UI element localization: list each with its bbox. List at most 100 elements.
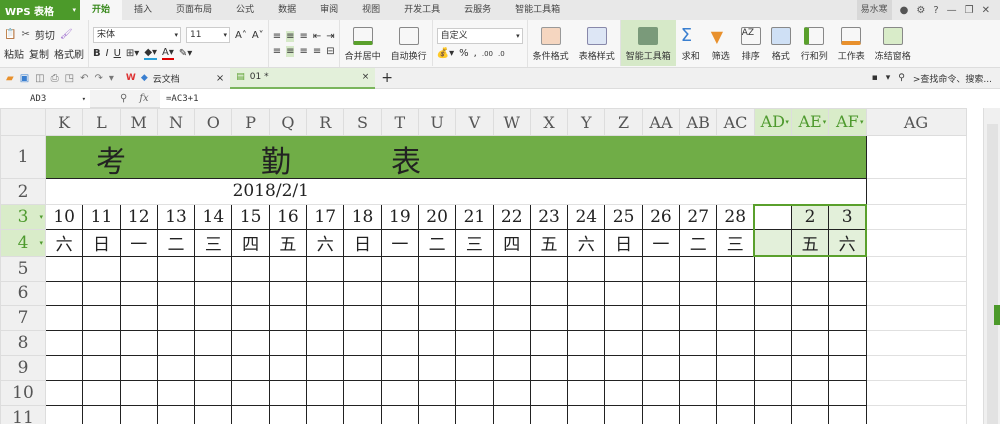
cell[interactable] — [417, 329, 457, 356]
cell[interactable] — [865, 178, 967, 205]
cell[interactable] — [641, 404, 681, 424]
cell[interactable] — [194, 329, 233, 356]
cell[interactable] — [865, 229, 967, 257]
day-cell[interactable]: 22 — [492, 204, 531, 230]
cell[interactable] — [268, 354, 308, 381]
cell[interactable] — [231, 404, 270, 424]
cell[interactable] — [455, 379, 494, 406]
indent-icon[interactable]: ⇤ — [313, 31, 321, 42]
formula-input[interactable]: =AC3+1 — [160, 89, 1000, 108]
cell[interactable] — [455, 404, 494, 424]
help-icon[interactable]: ? — [933, 5, 938, 16]
day-cell[interactable]: 13 — [156, 204, 196, 230]
cell[interactable] — [604, 379, 643, 406]
worksheet-button[interactable]: 工作表 — [833, 20, 870, 66]
cell[interactable] — [455, 280, 494, 306]
day-cell[interactable]: 26 — [641, 204, 681, 230]
cell[interactable] — [828, 329, 867, 356]
cell[interactable] — [865, 404, 967, 424]
weekday-cell[interactable]: 六 — [828, 229, 868, 257]
zoom-icon[interactable]: ⚲ — [120, 93, 127, 104]
cell[interactable] — [865, 135, 967, 179]
day-cell[interactable]: 19 — [380, 204, 419, 230]
justify-icon[interactable]: ≡ — [313, 46, 321, 57]
tab-cloud-docs[interactable]: W ◆ 云文档 — [120, 68, 210, 89]
print-icon[interactable]: ⎙ — [51, 73, 59, 84]
font-color-icon[interactable]: A▾ — [162, 47, 174, 60]
cell[interactable] — [380, 255, 419, 282]
weekday-cell[interactable]: 日 — [604, 229, 643, 257]
column-header[interactable]: V — [455, 108, 494, 136]
column-header[interactable]: Y — [567, 108, 606, 136]
decrease-decimal-icon[interactable]: .0 — [498, 50, 505, 58]
cell[interactable] — [82, 280, 121, 306]
cell[interactable] — [119, 280, 158, 306]
command-search-input[interactable]: >查找命令、搜索... — [913, 72, 992, 85]
cell[interactable] — [194, 354, 233, 381]
row-header[interactable]: 4 — [0, 229, 46, 257]
cell[interactable] — [268, 304, 308, 331]
cell[interactable] — [268, 329, 308, 356]
align-middle-icon[interactable]: ≡ — [286, 30, 295, 42]
cell[interactable] — [604, 354, 643, 381]
border-icon[interactable]: ⊞▾ — [126, 48, 139, 59]
column-header[interactable]: Q — [268, 108, 308, 136]
cell[interactable] — [492, 379, 531, 406]
currency-icon[interactable]: 💰▾ — [437, 48, 454, 59]
cell[interactable] — [865, 255, 967, 282]
cell[interactable] — [828, 255, 867, 282]
menu-tab[interactable]: 智能工具箱 — [503, 0, 572, 20]
cell[interactable] — [44, 379, 84, 406]
menu-tab[interactable]: 视图 — [350, 0, 392, 20]
cell[interactable] — [156, 304, 196, 331]
increase-font-icon[interactable]: A˄ — [235, 30, 247, 41]
cell[interactable] — [306, 255, 345, 282]
cell[interactable] — [343, 304, 382, 331]
minimize-icon[interactable]: — — [947, 5, 957, 16]
cell[interactable] — [529, 255, 569, 282]
cell[interactable] — [231, 329, 270, 356]
cell[interactable] — [82, 404, 121, 424]
menu-tab[interactable]: 数据 — [266, 0, 308, 20]
cell[interactable] — [268, 280, 308, 306]
cell[interactable] — [604, 255, 643, 282]
close-tab-icon[interactable]: × — [362, 72, 370, 82]
cell[interactable] — [156, 379, 196, 406]
cell[interactable] — [529, 280, 569, 306]
column-header[interactable]: AG — [865, 108, 967, 136]
save-icon[interactable]: ▣ — [20, 73, 29, 84]
weekday-cell[interactable]: 三 — [194, 229, 233, 257]
column-header[interactable]: L — [82, 108, 121, 136]
cell[interactable] — [156, 354, 196, 381]
menu-tab[interactable]: 云服务 — [452, 0, 503, 20]
cell[interactable] — [716, 379, 755, 406]
new-tab-icon[interactable]: + — [375, 70, 399, 86]
cell[interactable] — [753, 255, 792, 282]
cell[interactable] — [529, 329, 569, 356]
cell[interactable] — [380, 354, 419, 381]
cell[interactable] — [417, 255, 457, 282]
cell[interactable] — [194, 304, 233, 331]
row-header[interactable]: 1 — [0, 135, 46, 179]
cell[interactable] — [790, 280, 830, 306]
align-left-icon[interactable]: ≡ — [273, 46, 281, 57]
weekday-cell[interactable]: 日 — [343, 229, 382, 257]
cell[interactable] — [492, 255, 531, 282]
cell[interactable] — [865, 204, 967, 230]
cell[interactable] — [641, 354, 681, 381]
cell[interactable] — [828, 354, 867, 381]
day-cell[interactable]: 11 — [82, 204, 121, 230]
italic-button[interactable]: I — [106, 48, 109, 59]
filter-button[interactable]: ▼ 筛选 — [706, 20, 736, 66]
cell[interactable] — [343, 329, 382, 356]
cell[interactable] — [828, 404, 867, 424]
cell[interactable] — [716, 354, 755, 381]
cell[interactable] — [156, 255, 196, 282]
cell[interactable] — [343, 404, 382, 424]
cell[interactable] — [641, 379, 681, 406]
row-header[interactable]: 2 — [0, 178, 46, 205]
cell[interactable] — [82, 354, 121, 381]
number-format-select[interactable]: 自定义 — [436, 28, 523, 44]
copy-button[interactable]: 复制 — [29, 46, 49, 61]
weekday-cell[interactable] — [753, 229, 792, 257]
